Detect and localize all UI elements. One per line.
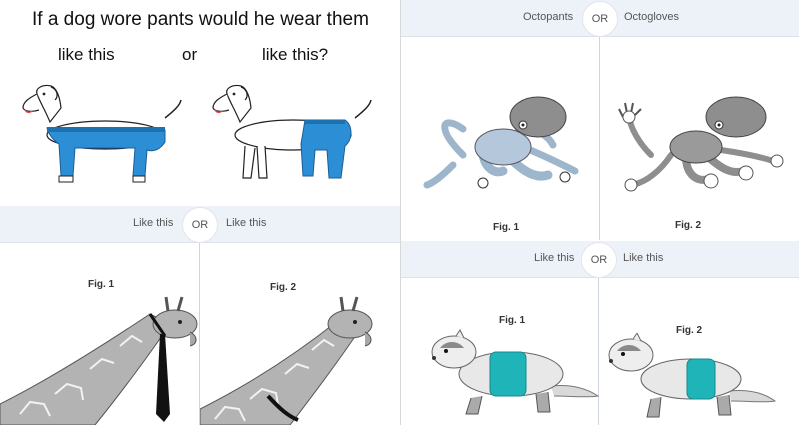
ferret-left-label: Like this (534, 252, 575, 264)
ferret-right-label: Like this (623, 252, 664, 264)
ferret-fig1-caption: Fig. 1 (499, 315, 526, 326)
octopus-or-badge: OR (582, 1, 618, 37)
dog-option-left: like this (58, 45, 115, 64)
octopus-octogloves-illustration (618, 96, 784, 192)
giraffe-with-tie-around-neck-illustration (200, 296, 373, 425)
dog-pants-panel: If a dog wore pants would he wear them l… (0, 0, 400, 205)
giraffe-or-badge: OR (182, 207, 218, 243)
dog-title: If a dog wore pants would he wear them (32, 9, 369, 30)
giraffe-header: Like this OR Like this (0, 206, 400, 243)
octopus-octopants-illustration (423, 96, 579, 189)
giraffe-with-necktie-illustration (0, 296, 198, 425)
ferret-or-badge: OR (581, 242, 617, 278)
octopus-header: Octopants OR Octogloves (401, 0, 799, 37)
ferret-panel: Like this OR Like this Fig. 1 Fig. 2 (401, 241, 799, 425)
octopus-center-line (599, 37, 600, 240)
dog-or: or (182, 45, 198, 64)
dog-illustration-hind-leg-pants (212, 84, 372, 179)
ferret-header: Like this OR Like this (401, 241, 799, 278)
ferret-with-shirt-fig2-illustration (608, 333, 777, 418)
octopus-panel: Octopants OR Octogloves Fig. 1 Fig. 2 (401, 0, 799, 240)
dog-option-right: like this? (262, 45, 329, 64)
octopants-label: Octopants (523, 11, 574, 23)
giraffe-left-label: Like this (133, 217, 174, 229)
giraffe-panel: Like this OR Like this Fig. 1 Fig. 2 (0, 206, 400, 425)
dog-illustration-four-leg-pants (22, 84, 182, 183)
octogloves-label: Octogloves (624, 11, 680, 23)
octopus-fig2-caption: Fig. 2 (675, 220, 702, 231)
giraffe-right-label: Like this (226, 217, 267, 229)
octopus-fig1-caption: Fig. 1 (493, 222, 520, 233)
collage-divider (400, 0, 401, 425)
ferret-with-shirt-fig1-illustration (431, 329, 600, 415)
